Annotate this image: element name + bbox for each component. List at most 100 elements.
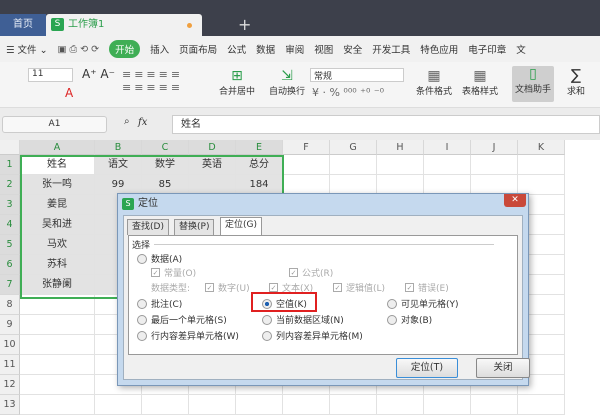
cell-h1[interactable]	[377, 155, 424, 175]
column-header-d[interactable]: D	[189, 140, 236, 155]
cell-k2[interactable]	[518, 175, 565, 195]
cell-j13[interactable]	[471, 395, 518, 415]
close-icon[interactable]: ✕	[504, 194, 526, 207]
cell-g1[interactable]	[330, 155, 377, 175]
column-header-j[interactable]: J	[471, 140, 518, 155]
menu-insert[interactable]: 插入	[150, 42, 169, 56]
cell-h13[interactable]	[377, 395, 424, 415]
number-format-select[interactable]: 常规	[310, 68, 404, 82]
cell-c13[interactable]	[142, 395, 189, 415]
column-header-k[interactable]: K	[518, 140, 565, 155]
checkbox-formula[interactable]: ✓ 公式(R)	[289, 266, 333, 279]
menu-review[interactable]: 审阅	[285, 42, 304, 56]
menu-security[interactable]: 安全	[343, 42, 362, 56]
quick-access-icons[interactable]: ▣ ⎙ ⟲ ⟳	[58, 44, 100, 55]
tab-goto[interactable]: 定位(G)	[220, 217, 262, 236]
cell-i2[interactable]	[424, 175, 471, 195]
cell-a10[interactable]	[20, 335, 95, 355]
cell-a11[interactable]	[20, 355, 95, 375]
checkbox-error[interactable]: ✓ 错误(E)	[405, 281, 449, 294]
name-box[interactable]: A1	[2, 116, 107, 133]
cell-k13[interactable]	[518, 395, 565, 415]
font-grow-icon[interactable]: A⁺ A⁻	[82, 67, 115, 81]
doc-helper-button[interactable]: ▯ 文档助手	[512, 66, 554, 102]
number-format-icons[interactable]: ¥ · % ⁰⁰⁰ ⁺⁰ ⁻⁰	[312, 86, 384, 99]
checkbox-logical[interactable]: ✓ 逻辑值(L)	[333, 281, 385, 294]
row-header-1[interactable]: 1	[0, 155, 20, 175]
cell-i1[interactable]	[424, 155, 471, 175]
menu-formula[interactable]: 公式	[227, 42, 246, 56]
row-header-4[interactable]: 4	[0, 215, 20, 235]
align-icons[interactable]: ≡≡≡≡≡ ≡≡≡≡≡	[122, 68, 183, 94]
radio-last-cell[interactable]: 最后一个单元格(S)	[137, 313, 227, 326]
tab-home[interactable]: 首页	[0, 14, 46, 36]
cell-f13[interactable]	[283, 395, 330, 415]
menu-data[interactable]: 数据	[256, 42, 275, 56]
sum-button[interactable]: ∑ 求和	[562, 66, 590, 97]
menu-view[interactable]: 视图	[314, 42, 333, 56]
cell-a13[interactable]	[20, 395, 95, 415]
row-header-5[interactable]: 5	[0, 235, 20, 255]
row-header-7[interactable]: 7	[0, 275, 20, 295]
cell-a9[interactable]	[20, 315, 95, 335]
checkbox-constant[interactable]: ✓ 常量(O)	[151, 266, 196, 279]
menu-page-layout[interactable]: 页面布局	[179, 42, 217, 56]
column-header-b[interactable]: B	[95, 140, 142, 155]
fx-icon[interactable]: fx	[138, 117, 147, 128]
menu-start[interactable]: 开始	[109, 40, 141, 58]
cell-b13[interactable]	[95, 395, 142, 415]
row-header-2[interactable]: 2	[0, 175, 20, 195]
column-header-f[interactable]: F	[283, 140, 330, 155]
row-header-8[interactable]: 8	[0, 295, 20, 315]
locate-button[interactable]: 定位(T)	[396, 358, 458, 378]
cell-j2[interactable]	[471, 175, 518, 195]
cell-i13[interactable]	[424, 395, 471, 415]
radio-visible-cells[interactable]: 可见单元格(Y)	[387, 297, 459, 310]
radio-col-diff[interactable]: 列内容差异单元格(M)	[262, 329, 363, 342]
table-style-button[interactable]: ▦ 表格样式	[458, 68, 502, 97]
radio-comment[interactable]: 批注(C)	[137, 297, 182, 310]
cell-k1[interactable]	[518, 155, 565, 175]
new-tab-button[interactable]: +	[238, 14, 251, 36]
tab-workbook[interactable]: S 工作簿1	[46, 14, 202, 36]
row-header-3[interactable]: 3	[0, 195, 20, 215]
cell-j1[interactable]	[471, 155, 518, 175]
radio-current-region[interactable]: 当前数据区域(N)	[262, 313, 344, 326]
cell-f2[interactable]	[283, 175, 330, 195]
cell-g13[interactable]	[330, 395, 377, 415]
row-header-11[interactable]: 11	[0, 355, 20, 375]
tab-find[interactable]: 查找(D)	[127, 219, 169, 235]
column-header-a[interactable]: A	[20, 140, 95, 155]
row-header-9[interactable]: 9	[0, 315, 20, 335]
row-header-12[interactable]: 12	[0, 375, 20, 395]
select-all-corner[interactable]	[0, 140, 20, 155]
menu-features[interactable]: 特色应用	[420, 42, 458, 56]
cell-g2[interactable]	[330, 175, 377, 195]
cell-h2[interactable]	[377, 175, 424, 195]
menu-file[interactable]: ☰ 文件 ⌄	[6, 42, 48, 56]
conditional-format-button[interactable]: ▦ 条件格式	[412, 68, 456, 97]
merge-center-button[interactable]: ⊞ 合并居中	[212, 68, 262, 97]
font-color-icon[interactable]: A	[65, 86, 73, 100]
cell-a12[interactable]	[20, 375, 95, 395]
font-size-select[interactable]: 11	[28, 68, 73, 82]
menu-seal[interactable]: 电子印章	[468, 42, 506, 56]
column-header-h[interactable]: H	[377, 140, 424, 155]
row-header-10[interactable]: 10	[0, 335, 20, 355]
column-header-e[interactable]: E	[236, 140, 283, 155]
cell-e13[interactable]	[236, 395, 283, 415]
close-button[interactable]: 关闭	[476, 358, 530, 378]
cell-d13[interactable]	[189, 395, 236, 415]
row-header-13[interactable]: 13	[0, 395, 20, 415]
radio-object[interactable]: 对象(B)	[387, 313, 432, 326]
tab-replace[interactable]: 替换(P)	[174, 219, 215, 235]
radio-row-diff[interactable]: 行内容差异单元格(W)	[137, 329, 239, 342]
radio-data[interactable]: 数据(A)	[137, 252, 182, 265]
checkbox-number[interactable]: ✓ 数字(U)	[205, 281, 250, 294]
formula-input[interactable]: 姓名	[172, 115, 600, 134]
column-header-g[interactable]: G	[330, 140, 377, 155]
menu-developer[interactable]: 开发工具	[372, 42, 410, 56]
cell-f1[interactable]	[283, 155, 330, 175]
zoom-icon[interactable]: ⌕	[124, 116, 130, 127]
menu-doc[interactable]: 文	[516, 42, 526, 56]
